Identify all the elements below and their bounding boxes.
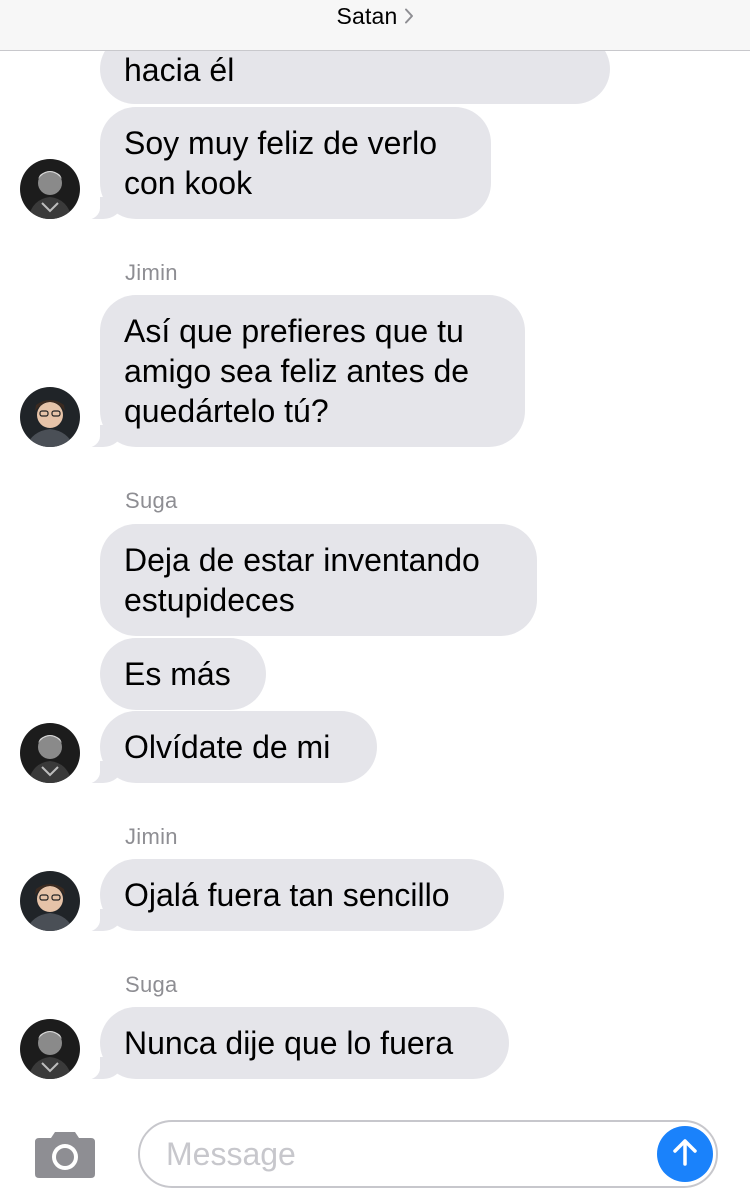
avatar-suga[interactable] [20,1019,80,1079]
sender-label: Jimin [125,824,178,849]
message-text: Es más [124,656,231,692]
message-bubble[interactable]: Nunca dije que lo fuera [74,1007,509,1080]
message-text: hacia él [124,52,235,88]
avatar-jimin[interactable] [20,871,80,931]
message-input-field[interactable] [138,1120,718,1188]
message-text: Soy muy feliz de verlo con kook [124,125,438,201]
message-bubble[interactable]: Deja de estar inventando estupideces [100,524,537,636]
conversation-header: Satan [0,0,750,51]
message-text: Ojalá fuera tan sencillo [124,877,450,913]
message-bubble[interactable]: Olvídate de mi [74,711,377,784]
message-text: Deja de estar inventando estupideces [124,542,480,618]
message-text: Nunca dije que lo fuera [124,1025,454,1061]
sender-label: Jimin [125,260,178,285]
message-text: Olvídate de mi [124,729,331,765]
message-bubble[interactable]: Así que prefieres que tu amigo sea feliz… [74,295,525,448]
sender-label: Suga [125,972,178,997]
avatar-jimin[interactable] [20,387,80,447]
arrow-up-icon [669,1136,701,1173]
camera-icon[interactable] [33,1128,97,1180]
message-text: Así que prefieres que tu amigo sea feliz… [124,313,470,429]
message-bubble[interactable]: Ojalá fuera tan sencillo [74,859,504,932]
avatar-suga[interactable] [20,723,80,783]
messages-screen: Satan hacia él Soy muy feliz de verlo co… [0,0,750,1199]
avatar-suga[interactable] [20,159,80,219]
chevron-right-icon [404,3,414,30]
message-input[interactable] [166,1134,636,1174]
message-bubble[interactable]: Soy muy feliz de verlo con kook [74,107,491,220]
send-button[interactable] [657,1126,713,1182]
message-bubble[interactable]: Es más [100,638,266,710]
contact-name: Satan [336,3,398,29]
contact-name-button[interactable]: Satan [0,3,750,30]
sender-label: Suga [125,488,178,513]
